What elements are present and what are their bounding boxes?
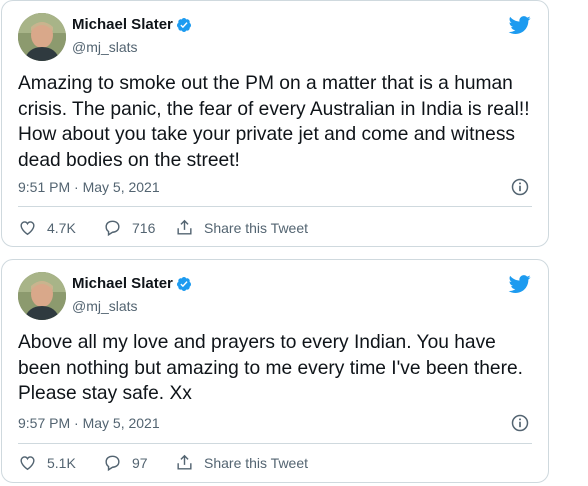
avatar[interactable] <box>18 272 66 320</box>
share-label: Share this Tweet <box>204 454 309 471</box>
tweet-actions: 4.7K 716 Share this Tweet <box>18 218 308 237</box>
info-icon[interactable] <box>510 177 530 197</box>
twitter-bird-icon[interactable] <box>508 14 532 36</box>
reply-count: 97 <box>132 454 148 471</box>
like-button[interactable]: 4.7K <box>18 218 103 237</box>
tweet-text: Amazing to smoke out the PM on a matter … <box>18 73 530 171</box>
share-label: Share this Tweet <box>204 219 309 236</box>
reply-count: 716 <box>132 219 156 236</box>
share-button[interactable]: Share this Tweet <box>175 453 308 472</box>
like-button[interactable]: 5.1K <box>18 453 103 472</box>
heart-icon <box>20 221 35 236</box>
reply-bubble-icon <box>105 220 120 237</box>
like-count: 4.7K <box>47 219 76 236</box>
heart-icon <box>20 456 35 471</box>
verified-badge-icon <box>176 276 191 291</box>
author-name[interactable]: Michael Slater <box>72 16 173 33</box>
avatar[interactable] <box>18 13 66 61</box>
tweet-text: Above all my love and prayers to every I… <box>18 332 523 405</box>
author-name[interactable]: Michael Slater <box>72 275 173 292</box>
divider <box>18 443 532 444</box>
like-count: 5.1K <box>47 454 76 471</box>
verified-badge-icon <box>176 17 191 32</box>
tweet-actions: 5.1K 97 Share this Tweet <box>18 453 308 472</box>
tweet-card[interactable]: Michael Slater @mj_slats Amazing to smok… <box>1 0 549 247</box>
author-handle[interactable]: @mj_slats <box>72 298 138 314</box>
reply-button[interactable]: 716 <box>103 218 175 237</box>
info-icon[interactable] <box>510 413 530 433</box>
share-icon <box>177 219 192 235</box>
tweet-timestamp[interactable]: 9:57 PM · May 5, 2021 <box>18 415 160 431</box>
tweet-card[interactable]: Michael Slater @mj_slats Above all my lo… <box>1 259 549 483</box>
reply-button[interactable]: 97 <box>103 453 175 472</box>
divider <box>18 206 532 207</box>
reply-bubble-icon <box>105 455 120 472</box>
share-icon <box>177 454 192 470</box>
share-button[interactable]: Share this Tweet <box>175 218 308 237</box>
twitter-bird-icon[interactable] <box>508 273 532 295</box>
tweet-timestamp[interactable]: 9:51 PM · May 5, 2021 <box>18 179 160 195</box>
author-handle[interactable]: @mj_slats <box>72 39 138 55</box>
